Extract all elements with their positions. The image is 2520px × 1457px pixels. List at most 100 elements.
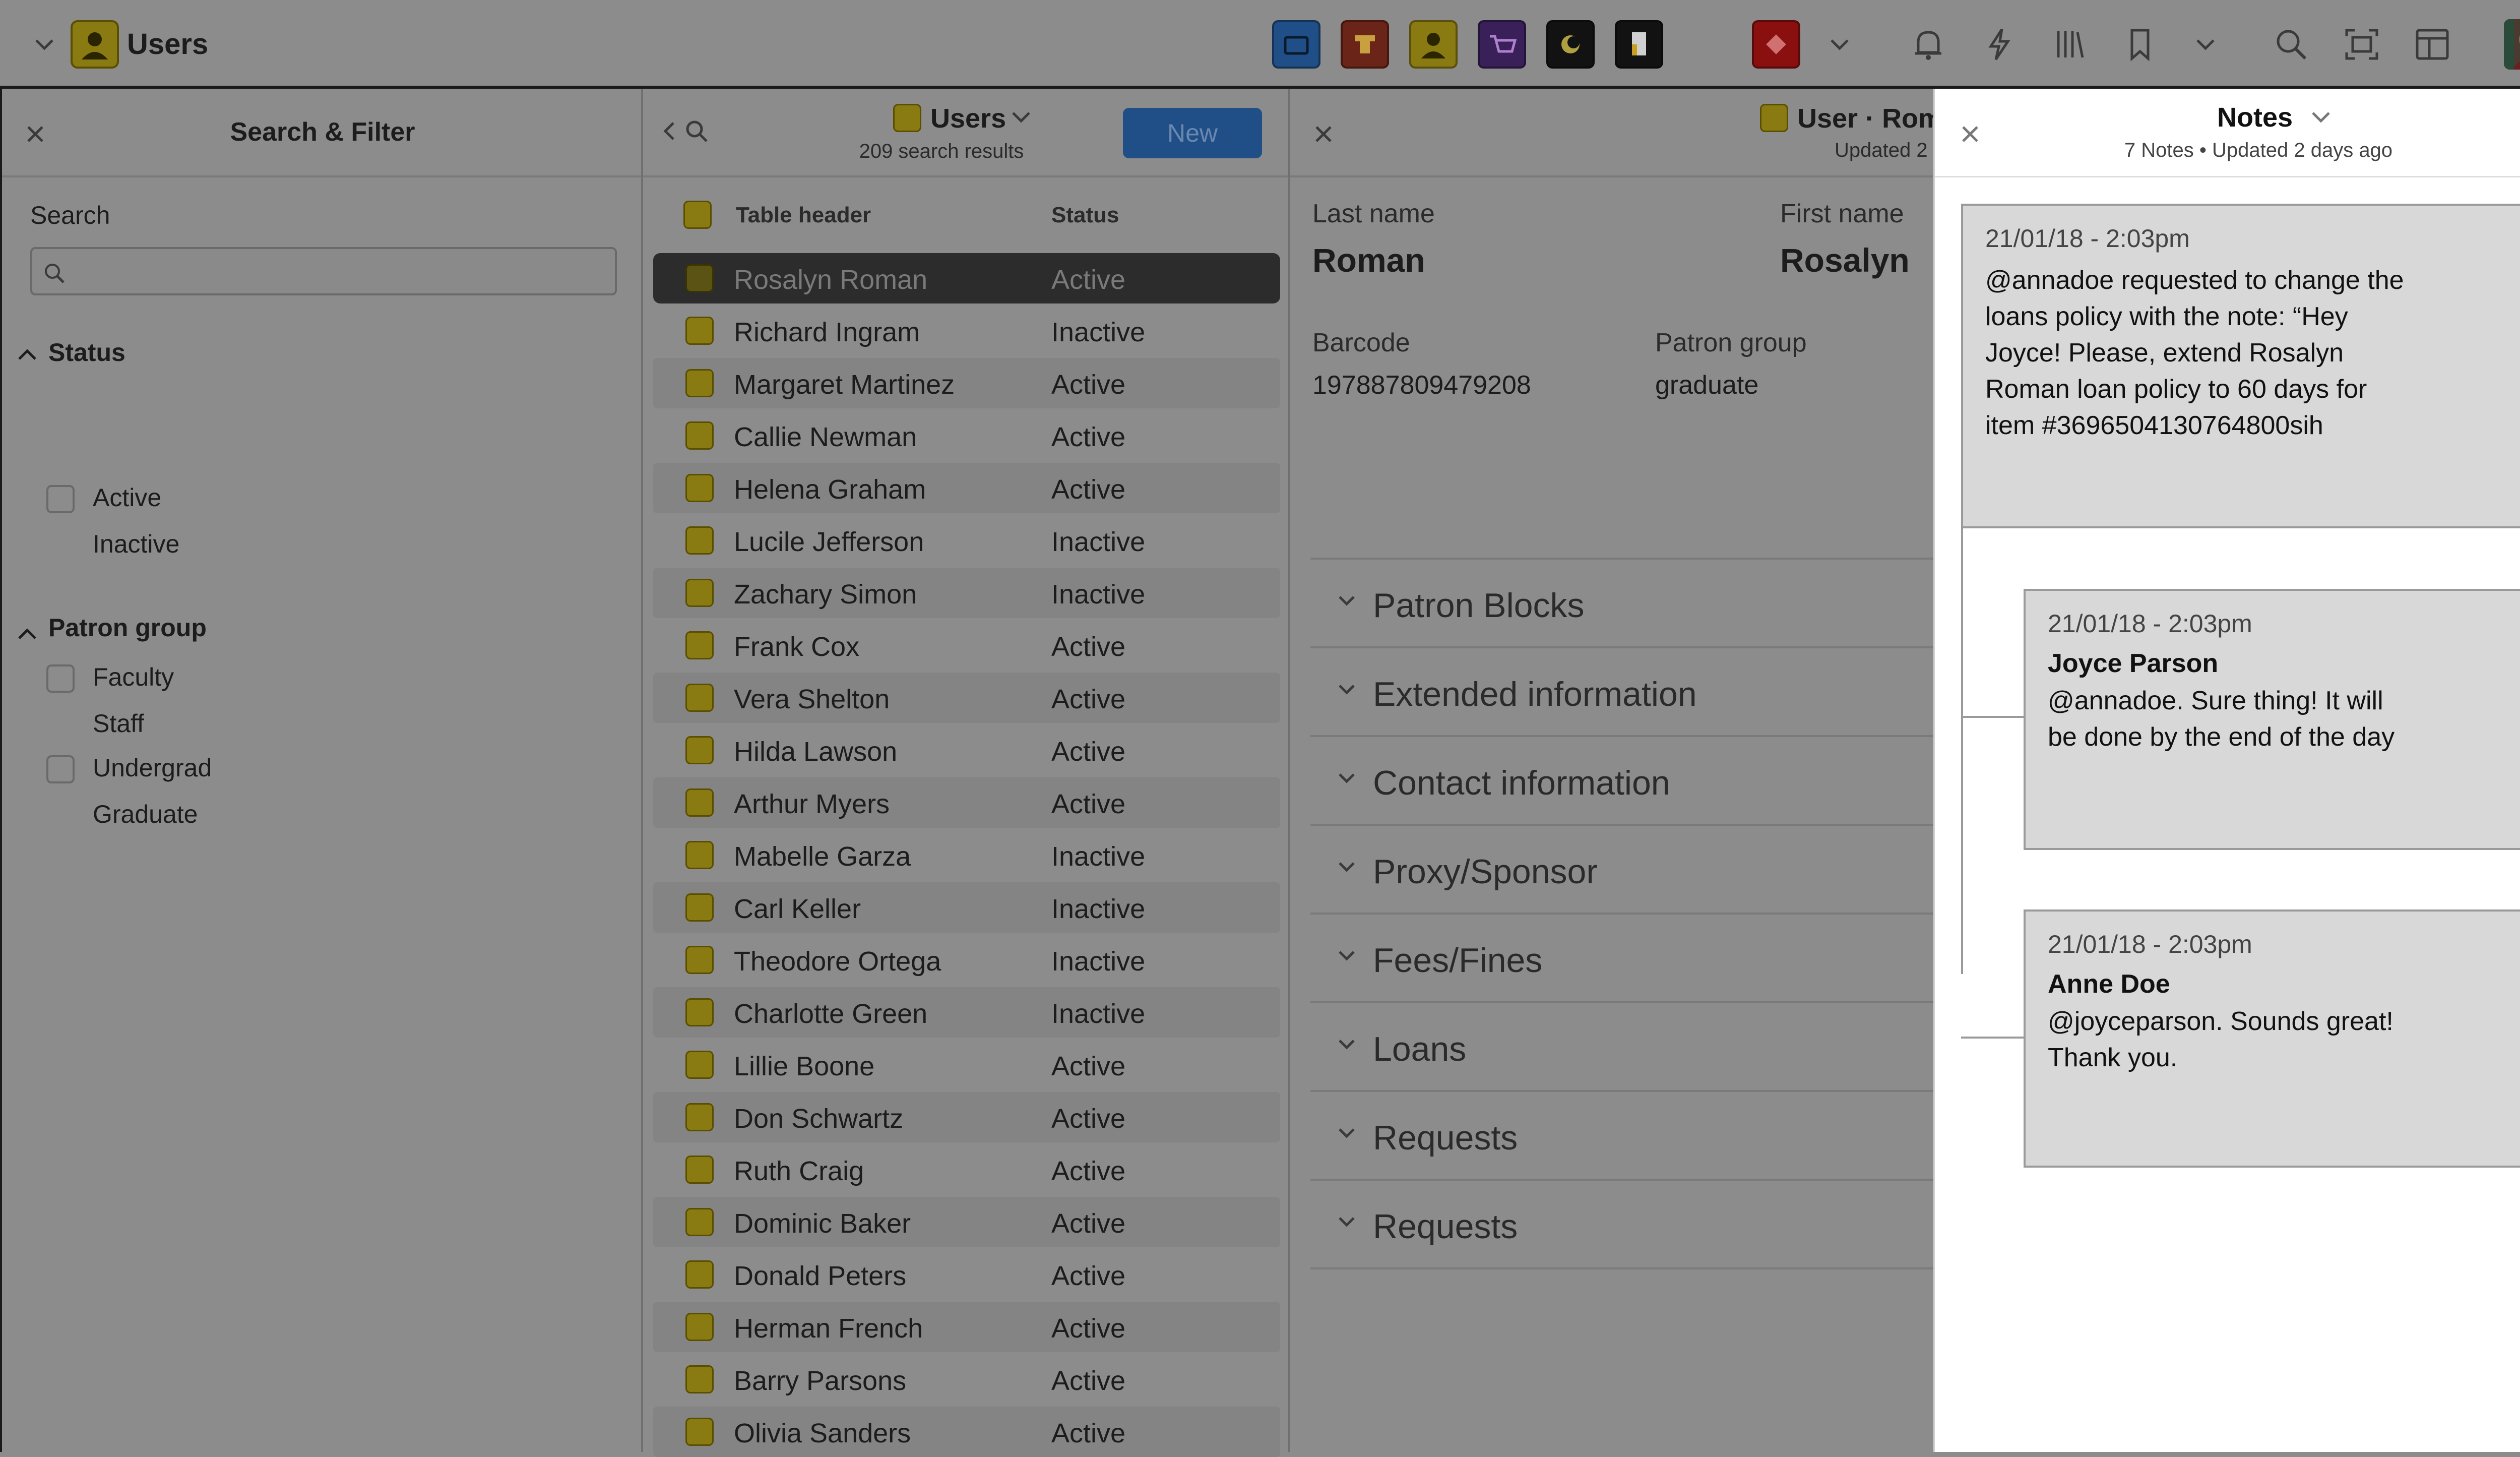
table-row[interactable]: Margaret Martinez Active <box>653 358 1280 408</box>
table-row[interactable]: Ruth Craig Active <box>653 1144 1280 1195</box>
accordion-label: Loans <box>1373 1030 1467 1068</box>
table-row[interactable]: Barry Parsons Active <box>653 1354 1280 1405</box>
accordion-section[interactable]: Requests <box>1310 1092 1933 1181</box>
accordion-section[interactable]: Proxy/Sponsor <box>1310 826 1933 915</box>
status-collapse-chevron-icon[interactable] <box>16 347 38 362</box>
header-user-icon <box>683 201 712 229</box>
row-name: Olivia Sanders <box>734 1418 911 1448</box>
note-card[interactable]: 21/01/18 - 2:03pm @annadoe requested to … <box>1961 204 2520 528</box>
search-icon[interactable] <box>2266 20 2316 69</box>
status-inactive-label[interactable]: Inactive <box>93 529 179 559</box>
note-date: 21/01/18 - 2:03pm <box>2048 930 2252 958</box>
results-title[interactable]: Users <box>930 103 1006 134</box>
accordion-label: Contact information <box>1373 764 1670 802</box>
users-app-tile-icon[interactable] <box>1409 20 1458 69</box>
status-heading[interactable]: Status <box>48 338 125 367</box>
notes-title-chevron-icon[interactable] <box>2311 111 2331 123</box>
note-reply-card[interactable]: 21/01/18 - 2:03pm Joyce Parson @annadoe.… <box>2024 589 2520 850</box>
table-row[interactable]: Donald Peters Active <box>653 1249 1280 1300</box>
circulation-app-icon[interactable] <box>1546 20 1595 69</box>
library-icon[interactable] <box>2044 20 2095 69</box>
user-row-icon <box>685 1418 714 1446</box>
row-name: Barry Parsons <box>734 1366 907 1396</box>
table-row[interactable]: Lillie Boone Active <box>653 1040 1280 1090</box>
notes-pane-header: Notes 7 Notes • Updated 2 days ago <box>1935 89 2520 177</box>
close-detail-icon[interactable] <box>1308 119 1339 149</box>
cart-app-icon[interactable] <box>1478 20 1526 69</box>
layout-icon[interactable] <box>2407 20 2458 69</box>
patron-group-label: Patron group <box>1655 328 1807 357</box>
patron-faculty-label[interactable]: Faculty <box>93 662 174 692</box>
table-row[interactable]: Don Schwartz Active <box>653 1092 1280 1142</box>
patron-faculty-checkbox[interactable] <box>46 664 75 693</box>
accordion-section[interactable]: Extended information <box>1310 648 1933 737</box>
accordion-section[interactable]: Fees/Fines <box>1310 915 1933 1003</box>
row-status: Inactive <box>1051 579 1146 610</box>
table-row[interactable]: Frank Cox Active <box>653 620 1280 671</box>
table-row[interactable]: Zachary Simon Inactive <box>653 568 1280 618</box>
table-row[interactable]: Carl Keller Inactive <box>653 882 1280 933</box>
row-status: Active <box>1051 1208 1126 1239</box>
patron-graduate-label[interactable]: Graduate <box>93 800 198 829</box>
patron-group-collapse-chevron-icon[interactable] <box>16 626 38 641</box>
table-row[interactable]: Olivia Sanders Active <box>653 1407 1280 1457</box>
table-row[interactable]: Arthur Myers Active <box>653 777 1280 828</box>
accordion-section[interactable]: Requests <box>1310 1181 1933 1269</box>
column-header-name[interactable]: Table header <box>736 203 871 228</box>
lightning-icon[interactable] <box>1974 20 2024 69</box>
accordion-section[interactable]: Loans <box>1310 1003 1933 1092</box>
inventory-app-icon[interactable] <box>1341 20 1389 69</box>
table-row[interactable]: Theodore Ortega Inactive <box>653 935 1280 985</box>
checkin-app-icon[interactable] <box>1615 20 1663 69</box>
table-row[interactable]: Vera Shelton Active <box>653 673 1280 723</box>
thread-branch-2 <box>1961 1037 2024 1039</box>
bookmark-icon[interactable] <box>2115 20 2165 69</box>
patron-undergrad-label[interactable]: Undergrad <box>93 753 212 782</box>
row-status: Active <box>1051 684 1126 714</box>
user-row-icon <box>685 631 714 659</box>
results-title-chevron-icon[interactable] <box>1011 111 1031 123</box>
row-status: Inactive <box>1051 999 1146 1029</box>
notes-title[interactable]: Notes <box>2217 102 2293 133</box>
avatar[interactable] <box>2504 19 2520 70</box>
accordion-section[interactable]: Contact information <box>1310 737 1933 826</box>
detail-updated: Updated 2 <box>1835 139 1928 161</box>
app-menu-chevron-icon[interactable] <box>28 31 60 57</box>
table-row[interactable]: Hilda Lawson Active <box>653 725 1280 775</box>
patron-staff-label[interactable]: Staff <box>93 709 144 738</box>
search-input[interactable] <box>30 247 617 295</box>
row-name: Frank Cox <box>734 632 860 662</box>
row-status: Active <box>1051 1051 1126 1081</box>
table-row[interactable]: Dominic Baker Active <box>653 1197 1280 1247</box>
table-row[interactable]: Mabelle Garza Inactive <box>653 830 1280 880</box>
table-row[interactable]: Helena Graham Active <box>653 463 1280 513</box>
patron-group-heading[interactable]: Patron group <box>48 613 207 642</box>
scan-icon[interactable] <box>2337 20 2387 69</box>
accordion-section[interactable]: Patron Blocks <box>1310 560 1933 648</box>
apps-dropdown-chevron-icon[interactable] <box>1824 31 1855 57</box>
first-name-value: Rosalyn <box>1780 241 1910 279</box>
bell-icon[interactable] <box>1903 20 1954 69</box>
table-row[interactable]: Richard Ingram Inactive <box>653 306 1280 356</box>
table-row[interactable]: Lucile Jefferson Inactive <box>653 515 1280 566</box>
note-reply-card[interactable]: 21/01/18 - 2:03pm Anne Doe @joyceparson.… <box>2024 909 2520 1168</box>
users-app-icon <box>71 20 119 69</box>
user-row-icon <box>685 526 714 555</box>
status-active-checkbox[interactable] <box>46 485 75 513</box>
status-active-label[interactable]: Active <box>93 483 161 512</box>
user-row-icon <box>685 579 714 607</box>
table-row-selected[interactable]: Rosalyn Roman Active <box>653 253 1280 303</box>
table-row[interactable]: Herman French Active <box>653 1302 1280 1352</box>
table-row[interactable]: Charlotte Green Inactive <box>653 987 1280 1038</box>
column-header-status[interactable]: Status <box>1051 203 1119 228</box>
table-row[interactable]: Callie Newman Active <box>653 410 1280 461</box>
folder-app-icon[interactable] <box>1272 20 1320 69</box>
bookmark-dropdown-chevron-icon[interactable] <box>2190 31 2221 57</box>
patron-undergrad-checkbox[interactable] <box>46 755 75 783</box>
plugin-app-icon[interactable] <box>1752 20 1800 69</box>
back-chevron-icon[interactable] <box>661 120 676 142</box>
filter-pane-title: Search & Filter <box>230 117 415 147</box>
accordion-label: Requests <box>1373 1119 1518 1157</box>
new-user-button[interactable]: New <box>1123 108 1262 158</box>
detail-title: User · Rom <box>1797 103 1933 134</box>
